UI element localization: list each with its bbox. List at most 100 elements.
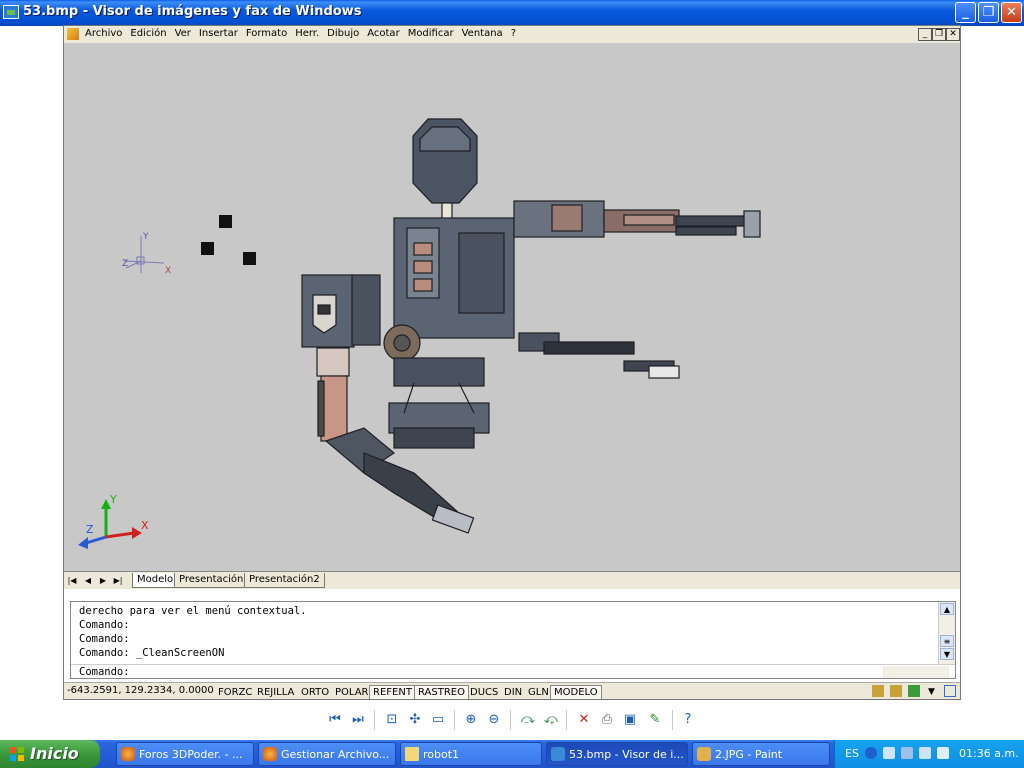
start-label: Inicio [30, 744, 79, 763]
task-gestionar-archivo[interactable]: Gestionar Archivo... [258, 742, 396, 766]
status-din: DIN [504, 687, 523, 698]
scroll-thumb: ≡ [940, 635, 954, 647]
menu-insertar: Insertar [198, 28, 238, 39]
status-modelo: MODELO [550, 685, 602, 699]
command-line: Comando: [79, 633, 130, 645]
mdi-close-icon: ✕ [946, 28, 960, 41]
robot-model-render: Y Z X Y X Z [78, 118, 761, 549]
cad-status-bar: -643.2591, 129.2334, 0.0000 FORZC REJILL… [64, 682, 960, 699]
rotate-clockwise-icon[interactable]: ⤼ [519, 711, 537, 729]
firefox-icon [121, 747, 135, 761]
menu-acotar: Acotar [367, 28, 400, 39]
ucs-small-y: Y [142, 232, 149, 242]
clock: 01:36 a.m. [959, 747, 1019, 760]
paint-icon [697, 747, 711, 761]
windows-logo-icon [10, 747, 24, 761]
command-line: derecho para ver el menú contextual. [79, 605, 307, 617]
image-viewer-icon [551, 747, 565, 761]
command-prompt: Comando: [71, 664, 955, 679]
tab-modelo: Modelo [132, 573, 179, 588]
status-polar: POLAR [335, 687, 369, 698]
start-button[interactable]: Inicio [0, 740, 100, 768]
command-history: derecho para ver el menú contextual. Com… [71, 604, 937, 660]
user-icon[interactable] [901, 747, 913, 759]
grip-square [243, 252, 256, 265]
status-orto: ORTO [301, 687, 330, 698]
task-53-bmp[interactable]: 53.bmp - Visor de i... [546, 742, 688, 766]
menu-ver: Ver [174, 28, 191, 39]
zoom-out-icon[interactable]: ⊖ [485, 711, 503, 729]
mdi-minimize-icon: _ [918, 28, 932, 41]
ucs-small-x: X [165, 266, 171, 276]
next-icon[interactable]: ⏭ [349, 711, 367, 729]
last-tab-icon: ▶| [113, 576, 123, 585]
mdi-restore-icon: ❐ [932, 28, 946, 41]
status-rastreo: RASTREO [414, 685, 469, 699]
minimize-button[interactable]: _ [955, 2, 976, 23]
command-prompt-label: Comando: [79, 666, 130, 678]
displayed-image: Archivo Edición Ver Insertar Formato Herr. Dib… [63, 25, 961, 700]
command-window: derecho para ver el menú contextual. Com… [70, 601, 956, 679]
lock-icon [872, 685, 884, 697]
model-viewport: Y Z X Y X Z [64, 43, 960, 571]
grip-square [201, 242, 214, 255]
menu-edicion: Edición [130, 28, 167, 39]
robot-model [301, 118, 761, 534]
close-button[interactable]: ✕ [1001, 2, 1022, 23]
title-bar[interactable]: 53.bmp - Visor de imágenes y fax de Wind… [0, 0, 1024, 26]
slideshow-icon[interactable]: ▭ [429, 711, 447, 729]
prev-tab-icon: ◀ [84, 576, 92, 585]
zoom-in-icon[interactable]: ⊕ [462, 711, 480, 729]
coordinates-readout: -643.2591, 129.2334, 0.0000 [67, 685, 214, 696]
task-label: Foros 3DPoder. - ... [139, 748, 243, 761]
help-icon[interactable]: ? [679, 711, 697, 729]
delete-icon[interactable]: ✕ [575, 711, 593, 729]
rotate-counterclockwise-icon[interactable]: ⤽ [542, 711, 560, 729]
command-line: Comando: _CleanScreenON [79, 647, 225, 659]
scroll-up-icon: ▲ [940, 603, 954, 615]
tray-expand-icon[interactable] [865, 747, 877, 759]
menu-ventana: Ventana [461, 28, 503, 39]
best-fit-icon[interactable]: ⊡ [383, 711, 401, 729]
ucs-small-z: Z [122, 259, 128, 269]
task-paint[interactable]: 2.JPG - Paint [692, 742, 830, 766]
status-ducs: DUCS [470, 687, 499, 698]
network-icon[interactable] [919, 747, 931, 759]
folder-icon [405, 747, 419, 761]
previous-icon[interactable]: ⏮ [326, 711, 344, 729]
system-tray: ES 01:36 a.m. [834, 740, 1024, 768]
task-label: 2.JPG - Paint [715, 748, 783, 761]
ucs-large-y: Y [109, 493, 117, 506]
menu-dibujo: Dibujo [327, 28, 360, 39]
language-indicator[interactable]: ES [845, 747, 859, 760]
status-forzc: FORZC [218, 687, 253, 698]
ucs-large-z: Z [86, 523, 94, 536]
command-hscroll [883, 666, 949, 678]
print-icon[interactable]: ⎙ [598, 711, 616, 729]
edit-icon[interactable]: ✎ [646, 711, 664, 729]
window-title: 53.bmp - Visor de imágenes y fax de Wind… [23, 4, 362, 19]
tab-presentacion2: Presentación2 [244, 573, 325, 588]
firefox-icon [263, 747, 277, 761]
autocad-logo-icon [67, 28, 79, 40]
layout-tabs-bar: |◀ ◀ ▶ ▶| Modelo Presentación1 Presentac… [64, 571, 960, 589]
cad-menu-bar: Archivo Edición Ver Insertar Formato Herr. Dib… [64, 26, 960, 44]
toolbar-lock-icon [890, 685, 902, 697]
next-tab-icon: ▶ [99, 576, 107, 585]
menu-archivo: Archivo [85, 28, 123, 39]
task-foros-3dpoder[interactable]: Foros 3DPoder. - ... [116, 742, 254, 766]
ucs-large-x: X [141, 519, 149, 532]
clean-screen-icon [944, 685, 956, 697]
network-icon[interactable] [883, 747, 895, 759]
grip-square [219, 215, 232, 228]
tab-presentacion1: Presentación1 [174, 573, 255, 588]
status-gln: GLN [528, 687, 549, 698]
status-refent: REFENT [369, 685, 416, 699]
save-icon[interactable]: ▣ [621, 711, 639, 729]
restore-button[interactable]: ❐ [978, 2, 999, 23]
actual-size-icon[interactable]: ✣ [406, 711, 424, 729]
status-rejilla: REJILLA [257, 687, 295, 698]
task-robot1[interactable]: robot1 [400, 742, 542, 766]
monitor-icon[interactable] [937, 747, 949, 759]
command-line: Comando: [79, 619, 130, 631]
